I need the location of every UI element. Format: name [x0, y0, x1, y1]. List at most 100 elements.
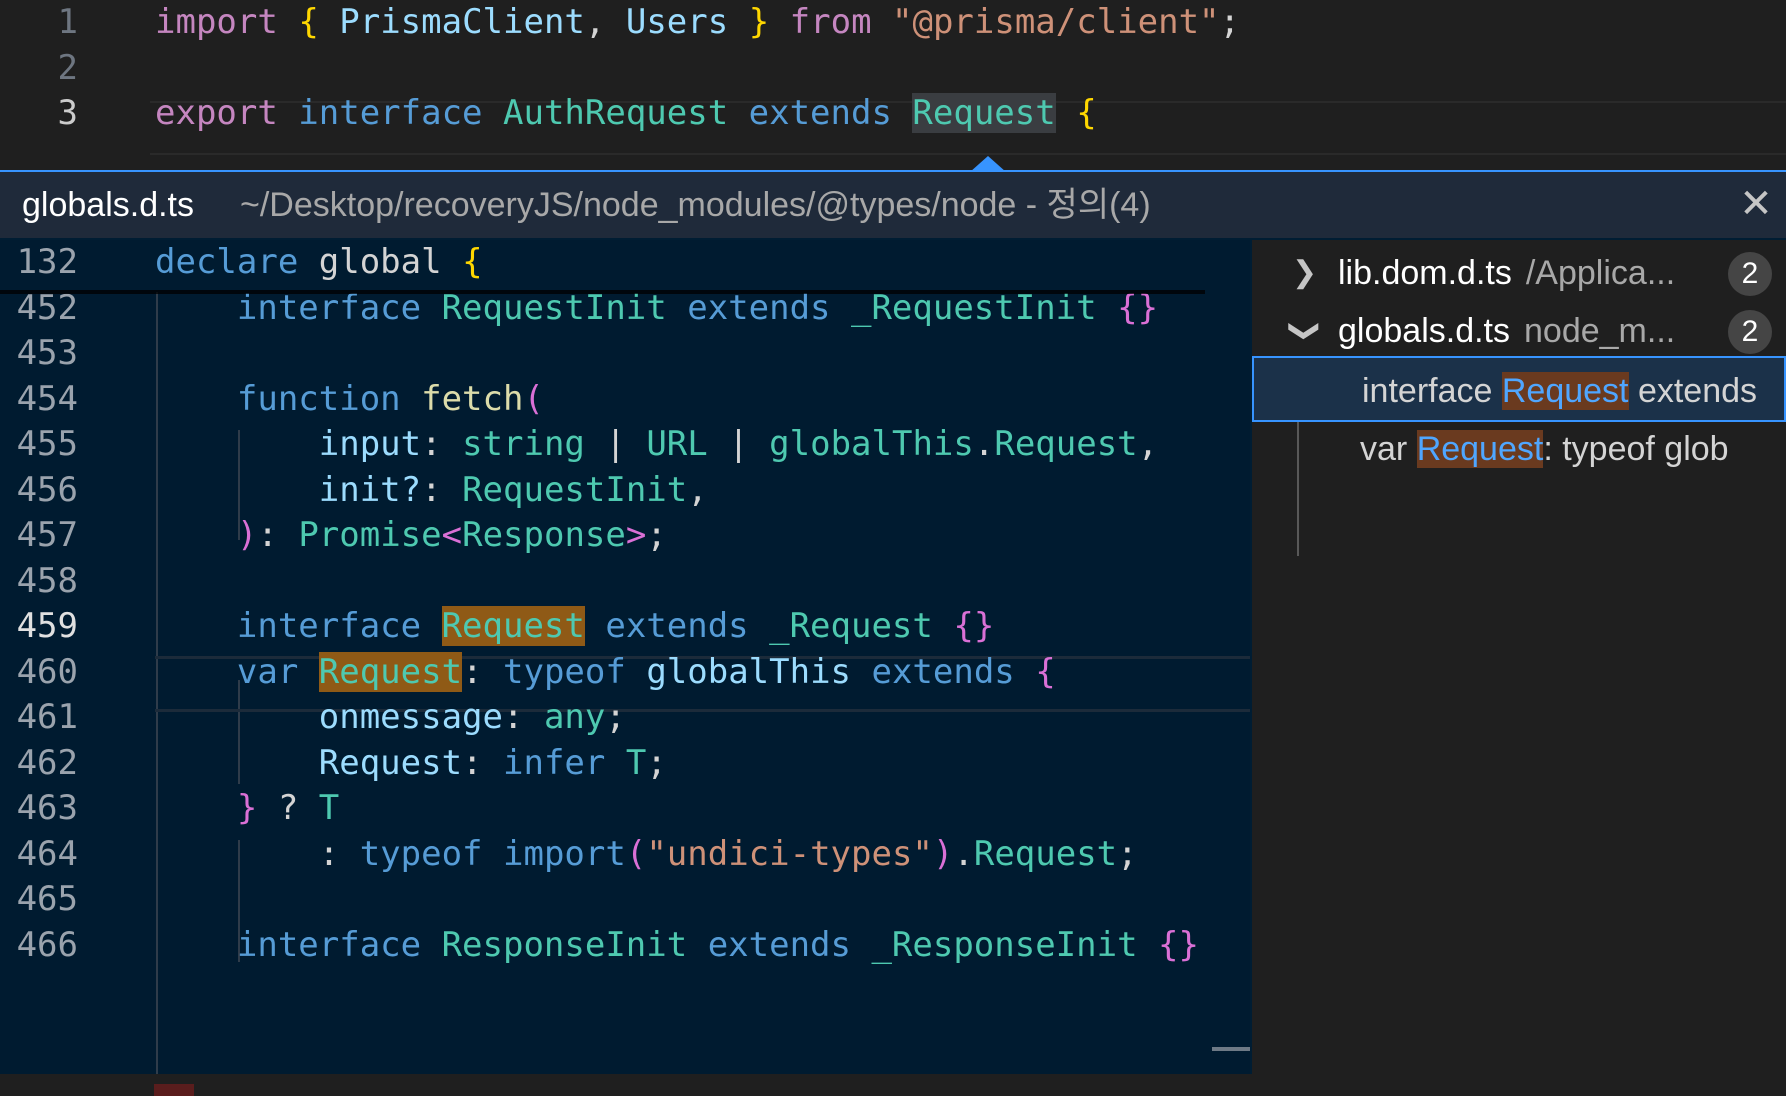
peek-file-name[interactable]: globals.d.ts [22, 172, 194, 238]
code-token: ? [257, 788, 319, 828]
line-number: 456 [16, 469, 78, 510]
code-token: onmessage [155, 697, 503, 737]
code-line[interactable]: 465 [0, 873, 1250, 925]
code-token: RequestInit [462, 469, 688, 510]
code-token: from [769, 2, 893, 42]
code-line[interactable]: 453 [0, 327, 1250, 379]
line-number: 455 [16, 424, 78, 464]
code-line[interactable]: 459 interface Request extends _Request {… [0, 600, 1250, 652]
code-token: Promise [298, 515, 442, 555]
peek-code-view[interactable]: 132 declare global {452 interface Request… [0, 240, 1250, 1074]
chevron-right-icon: ❯ [1292, 256, 1318, 289]
code-text[interactable]: ): Promise<Response>; [155, 509, 667, 561]
code-token: extends [851, 651, 1036, 692]
code-token: "undici-types" [646, 833, 933, 874]
code-token: typeof [503, 651, 647, 692]
code-line[interactable]: 455 input: string | URL | globalThis.Req… [0, 418, 1250, 470]
line-number: 466 [16, 924, 78, 965]
reference-item[interactable]: interface Request extends [1252, 356, 1786, 422]
line-number: 465 [16, 879, 78, 919]
line-number: 463 [16, 788, 78, 828]
ref-text-after: extends [1628, 372, 1758, 410]
reference-item[interactable]: var Request: typeof glob [1252, 416, 1786, 482]
ref-text-after: : typeof glob [1543, 430, 1729, 468]
code-token: : [421, 469, 463, 510]
code-text[interactable]: var Request: typeof globalThis extends { [155, 646, 1056, 698]
line-number: 2 [57, 47, 78, 88]
code-token: import [503, 833, 626, 874]
code-token: interface [277, 93, 503, 133]
code-line[interactable]: 466 interface ResponseInit extends _Resp… [0, 919, 1250, 971]
code-text[interactable]: onmessage: any; [155, 691, 626, 743]
code-text[interactable]: interface Request extends _Request {} [155, 600, 994, 652]
editor-area[interactable]: 1 import { PrismaClient, Users } from "@p… [0, 0, 1786, 170]
code-line[interactable]: 2 [0, 42, 1786, 94]
code-token: global [298, 242, 463, 282]
code-text[interactable]: interface ResponseInit extends _Response… [155, 919, 1199, 971]
code-text[interactable]: : typeof import("undici-types").Request; [155, 828, 1138, 880]
line-number: 461 [16, 697, 78, 737]
line-number: 3 [57, 93, 78, 133]
code-token: T [318, 788, 340, 828]
code-line[interactable]: 3 export interface AuthRequest extends Re… [0, 87, 1786, 139]
code-line[interactable]: 463 } ? T [0, 782, 1250, 834]
code-token: ; [605, 697, 626, 737]
code-token: Request [441, 606, 585, 646]
code-token: export [155, 93, 278, 133]
code-token: Users [605, 2, 729, 42]
code-text[interactable]: Request: infer T; [155, 737, 667, 789]
code-token: import [155, 2, 278, 42]
peek-references-tree[interactable]: ❯ lib.dom.d.ts/Applica... 2 ❯ globals.d.… [1252, 240, 1786, 1074]
line-number: 457 [16, 515, 78, 555]
code-token: globalThis [769, 424, 974, 464]
code-token: ; [1117, 833, 1138, 874]
code-token: Request [912, 93, 1056, 133]
code-line[interactable]: 454 function fetch( [0, 373, 1250, 425]
code-token: : [155, 833, 360, 874]
code-line[interactable]: 458 [0, 555, 1250, 607]
tree-file-path: /Applica... [1525, 254, 1676, 292]
code-token: ) [155, 515, 258, 555]
code-token: ( [523, 378, 544, 419]
code-token: var [155, 651, 319, 692]
code-line[interactable]: 456 init?: RequestInit, [0, 464, 1250, 516]
code-line[interactable]: 460 var Request: typeof globalThis exten… [0, 646, 1250, 698]
count-badge: 2 [1728, 252, 1772, 296]
code-token: { [1076, 93, 1097, 133]
peek-header: globals.d.ts ~/Desktop/recoveryJS/node_m… [0, 172, 1786, 238]
code-text[interactable]: export interface AuthRequest extends Req… [155, 87, 1097, 139]
code-line[interactable]: 462 Request: infer T; [0, 737, 1250, 789]
ref-text-before: var [1360, 430, 1417, 468]
code-text[interactable]: input: string | URL | globalThis.Request… [155, 418, 1158, 470]
chevron-down-icon: ❯ [1288, 318, 1322, 344]
tree-group-lib-dom[interactable]: ❯ lib.dom.d.ts/Applica... 2 [1252, 240, 1786, 306]
code-token: declare [155, 242, 299, 282]
editor-below-peek [0, 1074, 1786, 1096]
close-icon[interactable]: ✕ [1734, 182, 1778, 226]
code-token: { [462, 242, 483, 282]
code-line[interactable]: 464 : typeof import("undici-types").Requ… [0, 828, 1250, 880]
code-token: {} [953, 606, 995, 646]
code-line[interactable]: 461 onmessage: any; [0, 691, 1250, 743]
code-token: PrismaClient [318, 2, 585, 42]
code-line[interactable]: 457 ): Promise<Response>; [0, 509, 1250, 561]
scrollbar-marker[interactable] [1212, 1047, 1250, 1051]
line-number: 454 [16, 378, 78, 419]
code-token: input [155, 424, 422, 464]
peek-definition-widget[interactable]: globals.d.ts ~/Desktop/recoveryJS/node_m… [0, 170, 1786, 1076]
ref-text-before: interface [1362, 372, 1502, 410]
peek-file-path: ~/Desktop/recoveryJS/node_modules/@types… [240, 186, 1151, 224]
code-token: { [1035, 651, 1056, 692]
code-text[interactable]: } ? T [155, 782, 339, 834]
tree-group-globals[interactable]: ❯ globals.d.ts node_m... 2 [1252, 298, 1786, 364]
line-number: 460 [16, 651, 78, 692]
code-token: AuthRequest [503, 93, 729, 133]
code-token: : [421, 424, 463, 464]
code-text[interactable]: function fetch( [155, 373, 544, 425]
code-token: string [462, 424, 585, 464]
code-text[interactable]: init?: RequestInit, [155, 464, 708, 516]
code-token: typeof [359, 833, 503, 874]
